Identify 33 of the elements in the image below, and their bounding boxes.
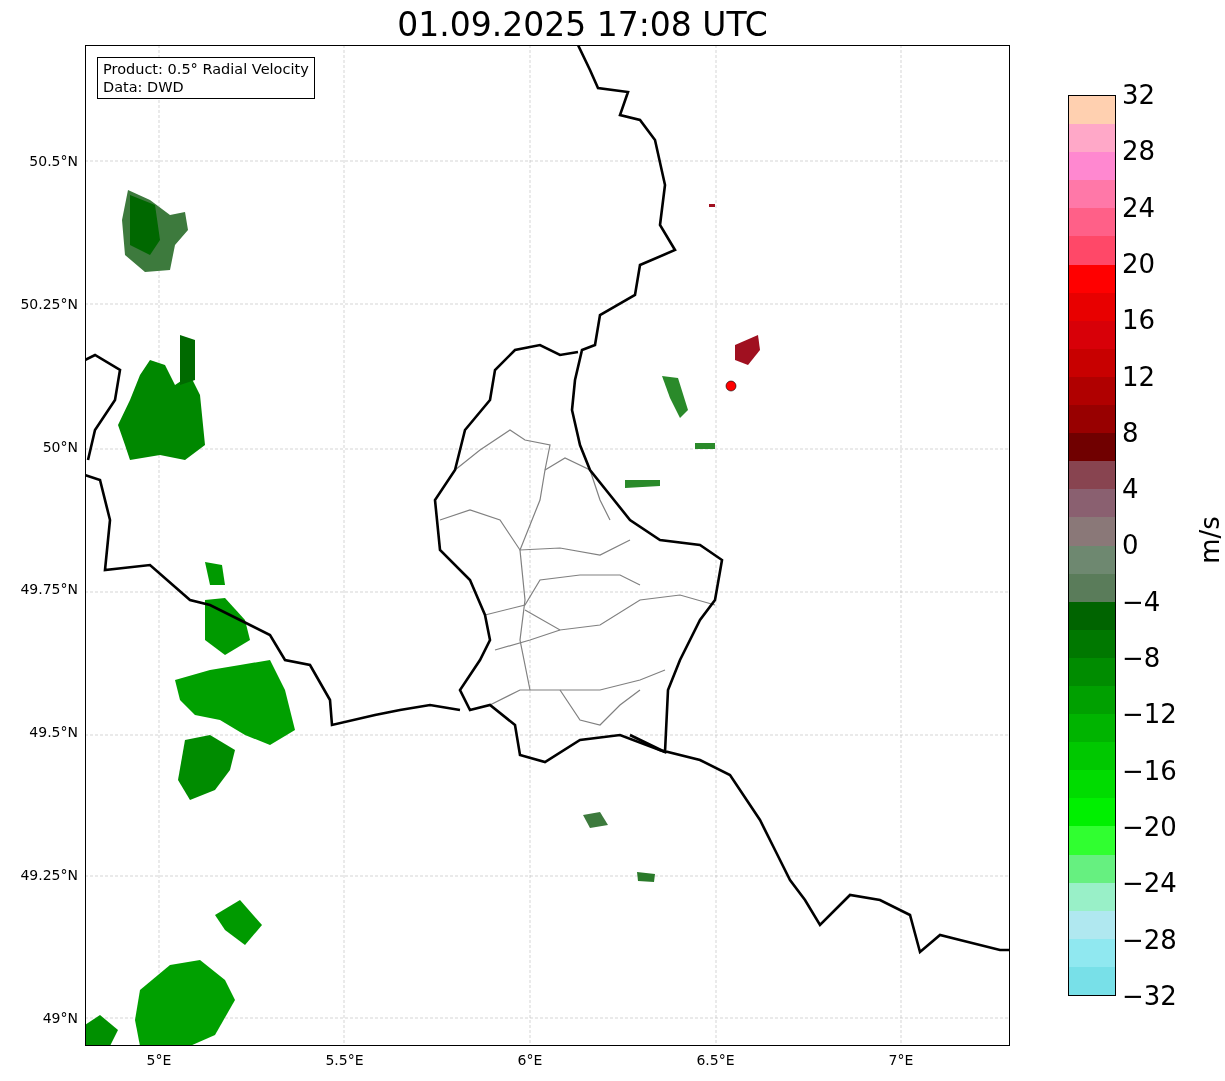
colorbar-tick-label: −32 [1122, 979, 1177, 1012]
longitude-tick-label: 6.5°E [696, 1052, 735, 1068]
colorbar-tick-label: 16 [1122, 304, 1156, 337]
colorbar-tick-label: −24 [1122, 867, 1177, 900]
colorbar-tick-label: −4 [1122, 585, 1161, 618]
colorbar-tick-label: 24 [1122, 191, 1156, 224]
info-text: Product: 0.5° Radial Velocity [103, 60, 309, 78]
colorbar-label: m/s [1194, 516, 1225, 564]
colorbar-tick-label: 8 [1122, 416, 1139, 449]
longitude-tick-label: 5°E [146, 1052, 172, 1068]
colorbar-tick-label: 0 [1122, 529, 1139, 562]
latitude-tick-label: 50.5°N [29, 153, 78, 169]
chart-title: 01.09.2025 17:08 UTC [396, 4, 769, 45]
latitude-tick-label: 50.25°N [20, 295, 78, 312]
latitude-tick-label: 49°N [42, 1009, 78, 1026]
latitude-tick-label: 49.5°N [29, 724, 78, 741]
latitude-tick-label: 49.75°N [20, 581, 78, 598]
info-text: Data: DWD [103, 78, 185, 96]
colorbar-tick-label: −8 [1122, 642, 1161, 674]
longitude-tick-label: 7°E [888, 1052, 914, 1068]
colorbar-tick-label: 4 [1122, 473, 1139, 506]
colorbar-tick-label: −20 [1122, 810, 1177, 843]
colorbar-tick-label: −12 [1122, 698, 1177, 731]
longitude-tick-label: 6°E [517, 1052, 543, 1068]
latitude-tick-label: 50°N [42, 438, 78, 455]
colorbar-tick-label: 32 [1122, 79, 1156, 111]
longitude-tick-label: 5.5°E [325, 1052, 364, 1068]
colorbar-tick-label: 20 [1122, 247, 1156, 280]
colorbar-tick-label: −16 [1122, 754, 1177, 787]
colorbar-tick-label: 28 [1122, 135, 1156, 168]
latitude-tick-label: 49.25°N [20, 867, 78, 883]
colorbar-tick-label: −28 [1122, 923, 1177, 956]
colorbar-tick-label: 12 [1122, 360, 1156, 393]
